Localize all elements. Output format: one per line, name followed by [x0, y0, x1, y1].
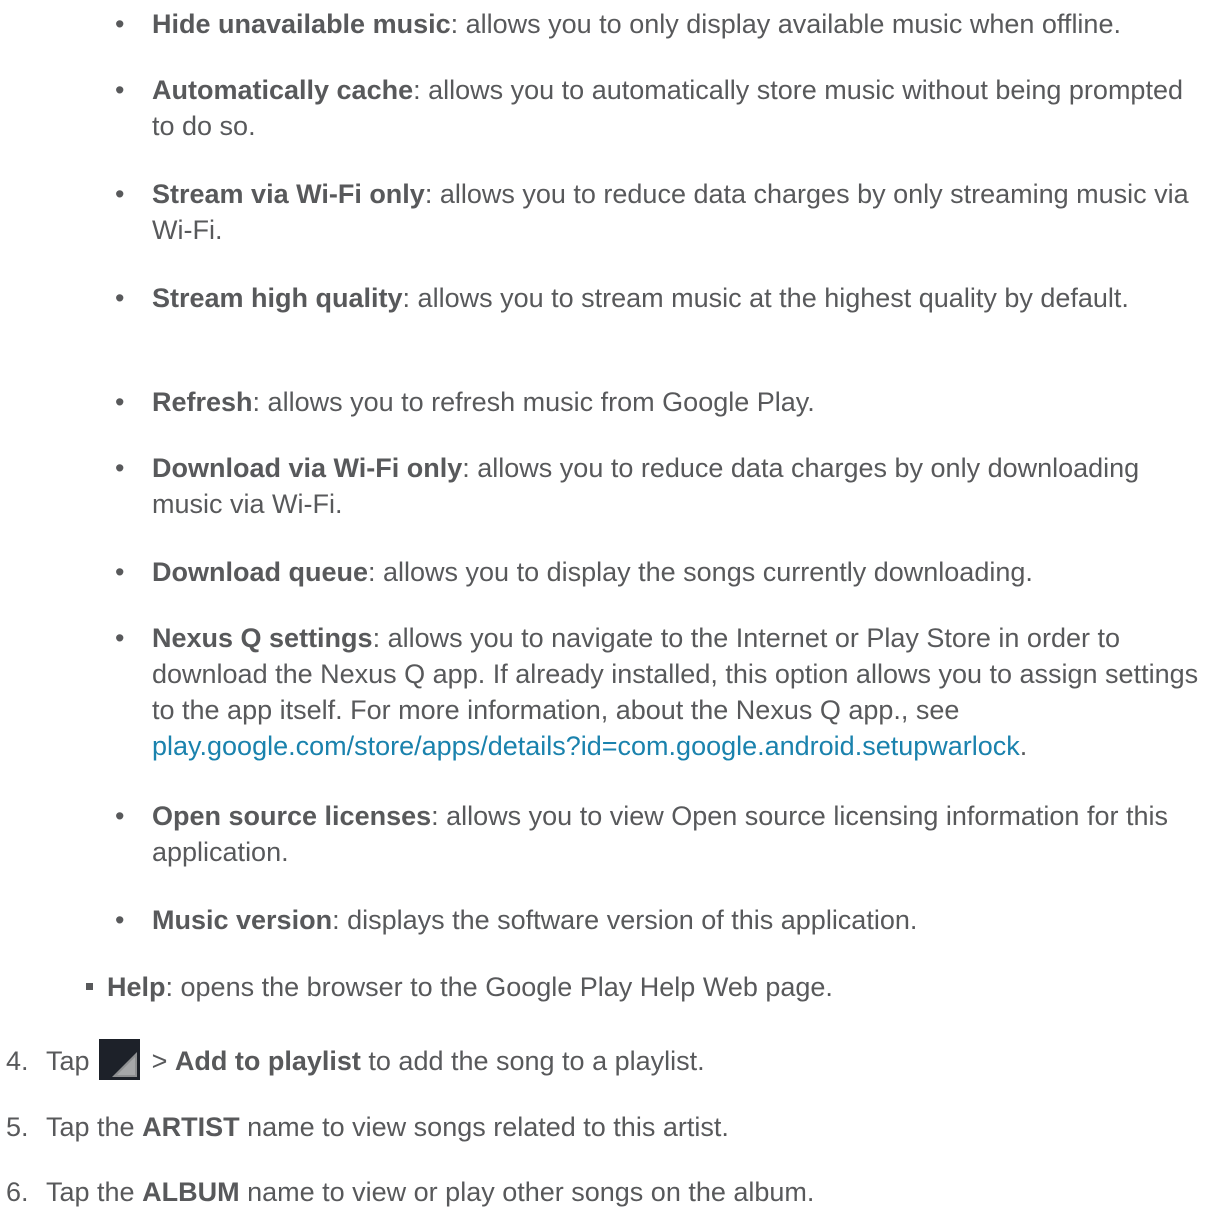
step-6: 6. Tap the ALBUM name to view or play oth… [6, 1174, 1206, 1210]
bullet-dot: • [115, 387, 125, 417]
list-item: • Refresh: allows you to refresh music f… [115, 384, 1207, 420]
option-term: Download via Wi-Fi only [152, 453, 463, 483]
step-text: name to view songs related to this artis… [247, 1112, 729, 1142]
option-term: Download queue [152, 557, 368, 587]
list-item: • Hide unavailable music: allows you to … [115, 6, 1207, 42]
list-item-help: Help: opens the browser to the Google Pl… [86, 969, 1207, 1005]
option-term: Music version [152, 905, 333, 935]
link-trailing-period: . [1019, 731, 1028, 761]
option-term: Hide unavailable music [152, 9, 451, 39]
bullet-dot: • [115, 557, 125, 587]
nexus-q-link[interactable]: play.google.com/store/apps/details?id=co… [152, 731, 1020, 761]
step-text: to add the song to a playlist. [368, 1046, 705, 1076]
list-item: • Open source licenses: allows you to vi… [115, 798, 1207, 870]
bullet-dot: • [115, 75, 125, 105]
step-4: 4. Tap > Add to playlist to add the song … [6, 1039, 1206, 1080]
document-page: • Hide unavailable music: allows you to … [0, 0, 1215, 1214]
step-separator: > [151, 1046, 168, 1076]
option-term: Stream via Wi-Fi only [152, 179, 425, 209]
step-number: 5. [6, 1112, 29, 1142]
step-text: Tap the [46, 1112, 135, 1142]
bullet-dot: • [115, 801, 125, 831]
option-description: : allows you to refresh music from Googl… [252, 387, 815, 417]
list-item: • Download via Wi-Fi only: allows you to… [115, 450, 1207, 522]
option-term: Open source licenses [152, 801, 432, 831]
list-item: • Download queue: allows you to display … [115, 554, 1207, 590]
bullet-dot: • [115, 905, 125, 935]
list-item: • Automatically cache: allows you to aut… [115, 72, 1207, 144]
step-term: ALBUM [142, 1177, 240, 1207]
step-text: name to view or play other songs on the … [247, 1177, 815, 1207]
list-item: • Nexus Q settings: allows you to naviga… [115, 620, 1207, 764]
option-description: : allows you to only display available m… [450, 9, 1121, 39]
step-text: Tap [46, 1046, 90, 1076]
step-5: 5. Tap the ARTIST name to view songs rela… [6, 1109, 1206, 1145]
option-term: Help [107, 972, 166, 1002]
list-item: • Stream via Wi-Fi only: allows you to r… [115, 176, 1207, 248]
option-term: Automatically cache [152, 75, 414, 105]
option-description: : allows you to stream music at the high… [402, 283, 1129, 313]
option-description: : allows you to display the songs curren… [368, 557, 1033, 587]
step-term: Add to playlist [174, 1046, 361, 1076]
step-term: ARTIST [142, 1112, 240, 1142]
option-term: Nexus Q settings [152, 623, 373, 653]
bullet-dot: • [115, 623, 125, 653]
step-number: 6. [6, 1177, 29, 1207]
option-term: Stream high quality [152, 283, 403, 313]
bullet-dot: • [115, 453, 125, 483]
list-item: • Stream high quality: allows you to str… [115, 280, 1207, 316]
option-term: Refresh [152, 387, 253, 417]
list-item: • Music version: displays the software v… [115, 902, 1207, 938]
option-description: : opens the browser to the Google Play H… [165, 972, 833, 1002]
overflow-menu-icon[interactable] [99, 1039, 141, 1080]
square-bullet [86, 983, 93, 990]
step-number: 4. [6, 1046, 29, 1076]
option-description: : displays the software version of this … [332, 905, 918, 935]
bullet-dot: • [115, 283, 125, 313]
step-text: Tap the [46, 1177, 135, 1207]
bullet-dot: • [115, 179, 125, 209]
bullet-dot: • [115, 9, 125, 39]
